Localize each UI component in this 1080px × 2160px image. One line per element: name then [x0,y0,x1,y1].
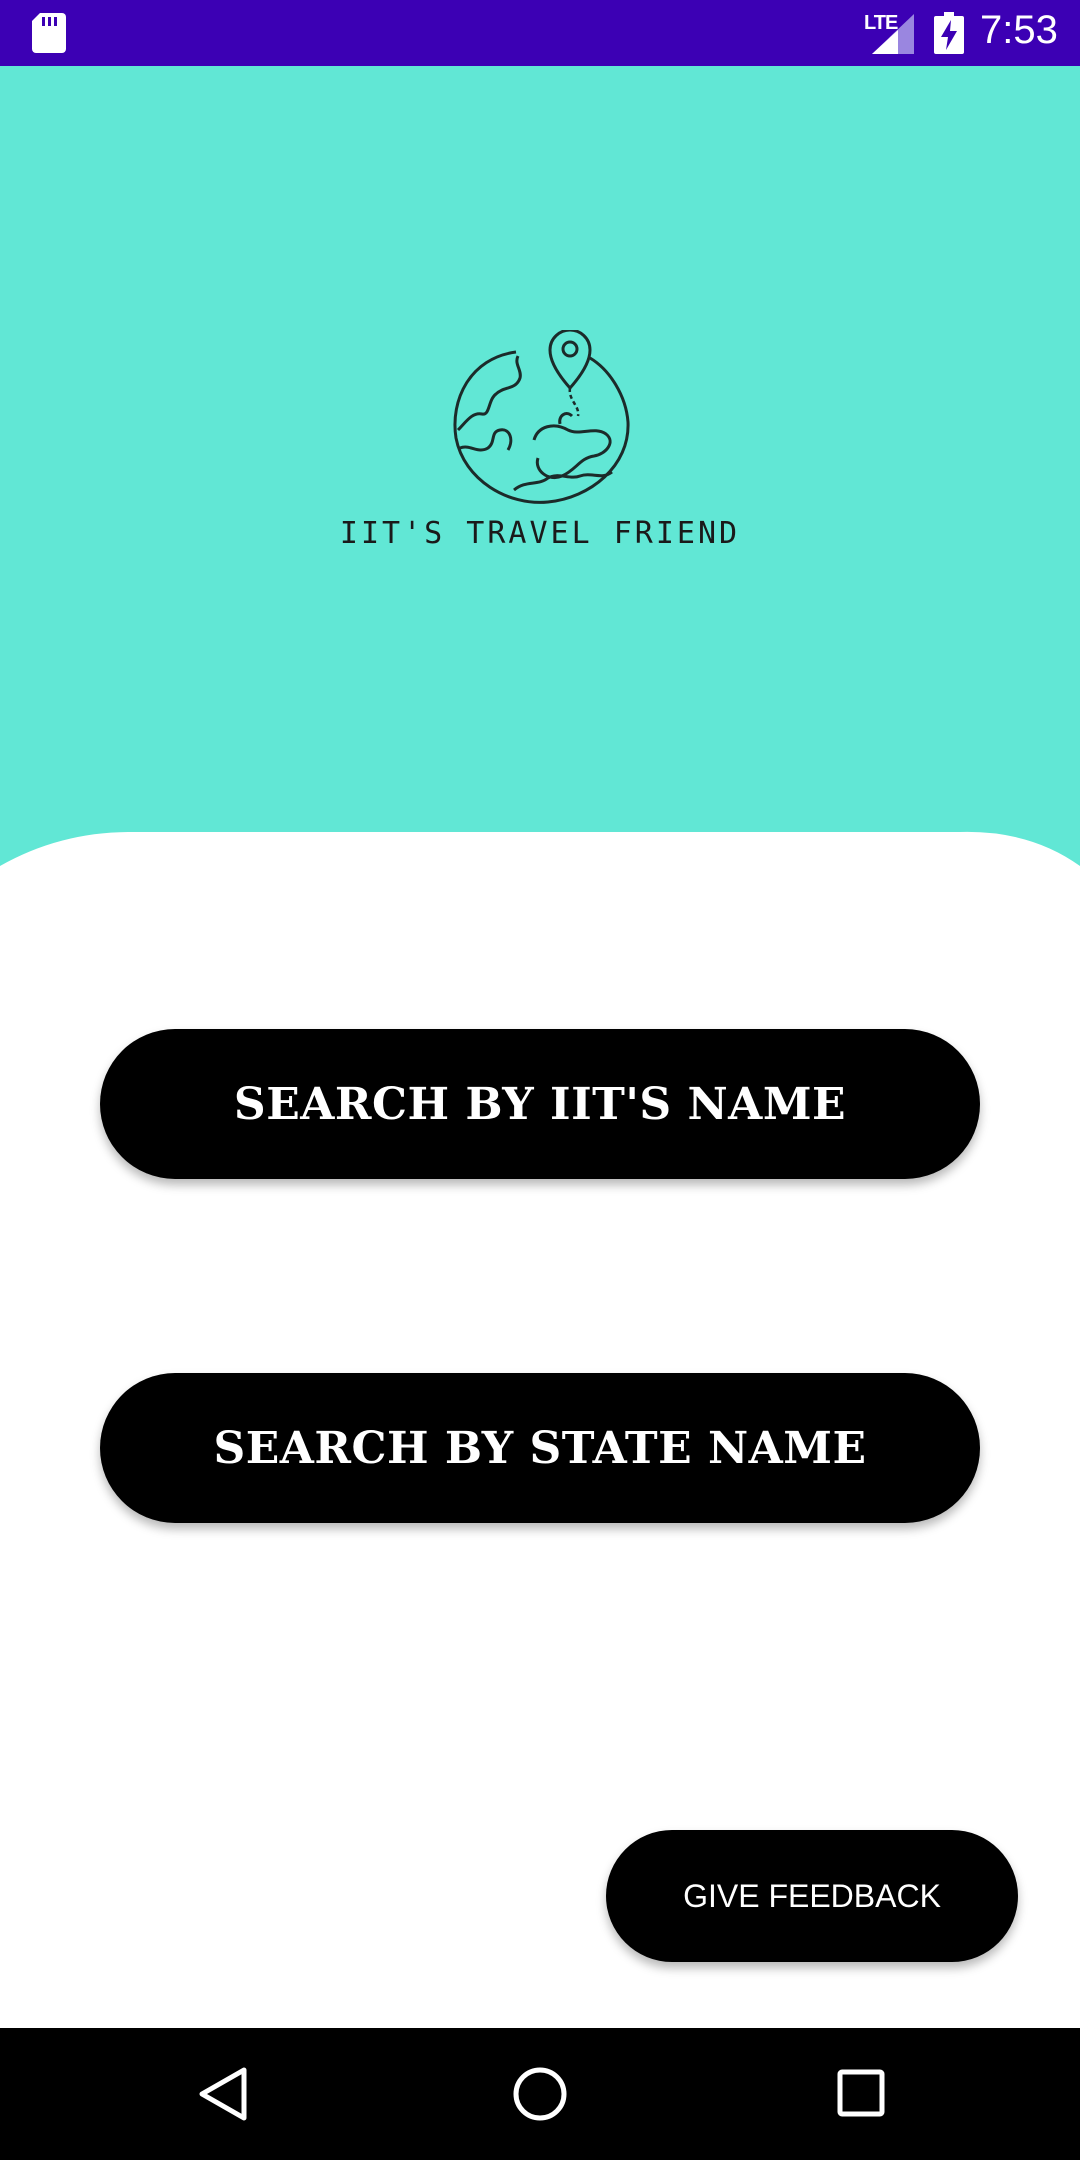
search-by-iit-name-button[interactable]: SEARCH BY IIT'S NAME [100,1029,980,1179]
clock: 7:53 [980,8,1058,52]
header-curve [0,820,1080,910]
recents-icon[interactable] [836,2068,886,2118]
search-by-state-name-button[interactable]: SEARCH BY STATE NAME [100,1373,980,1523]
back-icon[interactable] [196,2066,250,2122]
battery-charging-icon [934,12,964,54]
status-bar: LTE 7:53 [0,0,1080,66]
signal-icon [872,14,914,54]
screen: LTE 7:53 IIT'S TRAVEL FRIEND SEARCH BY I… [0,0,1080,2160]
globe-location-pin-icon [453,330,630,504]
sd-card-icon [32,13,66,53]
app-name: IIT'S TRAVEL FRIEND [339,516,741,551]
home-icon[interactable] [510,2064,570,2124]
navigation-bar [0,2028,1080,2160]
give-feedback-button[interactable]: GIVE FEEDBACK [606,1830,1018,1962]
